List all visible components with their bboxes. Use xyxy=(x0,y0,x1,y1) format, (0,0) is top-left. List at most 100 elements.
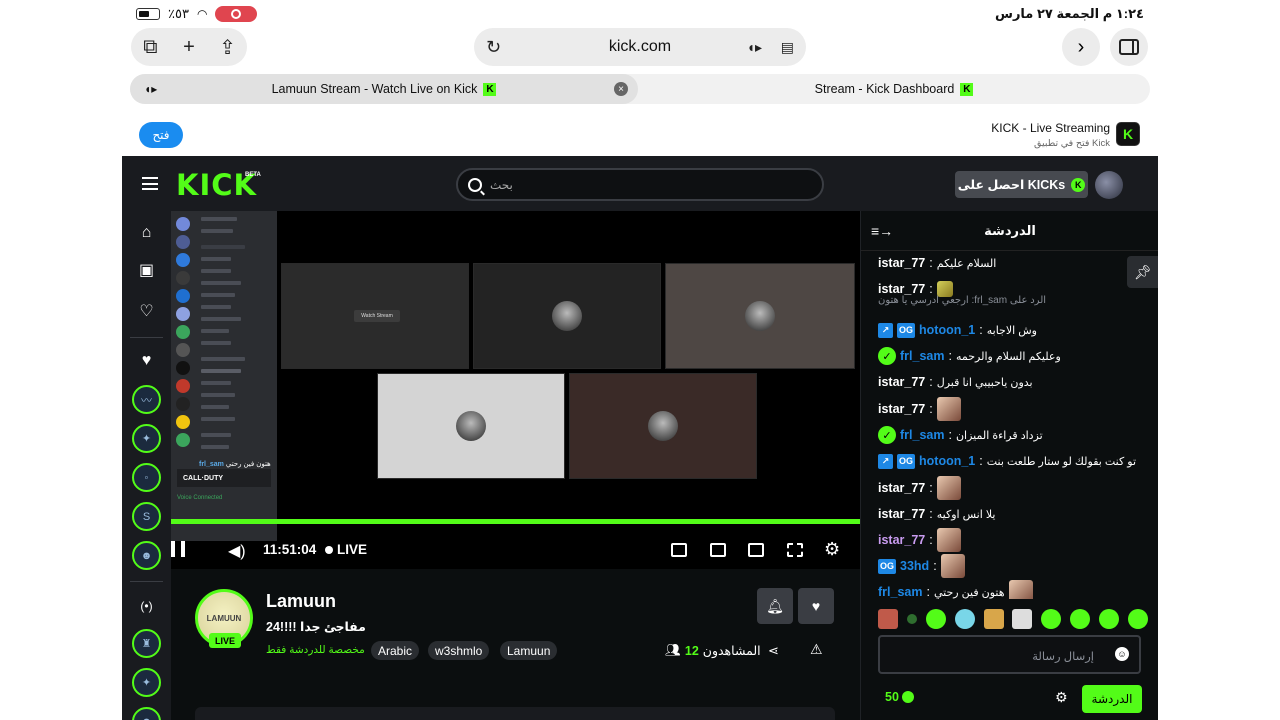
divider xyxy=(130,581,163,582)
chat-message[interactable]: ↗ OG hotoon_1: تو كنت بقولك لو ستار طلعت بن… xyxy=(878,451,1136,471)
share-stream-icon[interactable]: ⋖ xyxy=(768,643,779,659)
chat-username[interactable]: hotoon_1 xyxy=(919,454,975,468)
chat-message[interactable]: OG 33hd: xyxy=(878,554,965,578)
chat-message[interactable]: istar_77: xyxy=(878,279,953,299)
chat-username[interactable]: istar_77 xyxy=(878,481,925,495)
search-input[interactable]: بحث xyxy=(456,168,824,201)
server-icon xyxy=(176,415,190,429)
report-icon[interactable]: ⚠ xyxy=(810,641,823,658)
video-tile xyxy=(665,263,855,369)
reader-icon[interactable]: ▤ xyxy=(781,39,794,56)
live-indicator[interactable]: LIVE xyxy=(325,542,367,557)
chat-message-text: وعليكم السلام والرحمه xyxy=(955,350,1061,363)
live-badge: LIVE xyxy=(209,633,241,648)
chat-message[interactable]: istar_77: xyxy=(878,476,961,500)
chat-message[interactable]: istar_77: xyxy=(878,397,961,421)
emote-icon[interactable] xyxy=(1070,609,1091,629)
chat-message[interactable]: ✓ frl_sam: تزداد قراءة الميزان xyxy=(878,425,1043,445)
emote-icon[interactable] xyxy=(1041,609,1062,629)
browse-icon[interactable]: ▣ xyxy=(137,261,156,280)
recommended-channel-avatar[interactable]: ☻ xyxy=(132,707,161,720)
tab-kick-dashboard[interactable]: Stream - Kick Dashboard K xyxy=(638,74,1150,104)
emoji-picker-icon[interactable]: ☺ xyxy=(1115,647,1129,661)
favorites-icon[interactable]: ♥ xyxy=(137,351,156,370)
close-tab-icon[interactable]: × xyxy=(614,82,628,96)
stream-progress-bar[interactable] xyxy=(171,519,860,524)
following-icon[interactable]: ♡ xyxy=(137,302,156,321)
tag-arabic[interactable]: Arabic xyxy=(371,641,420,660)
share-icon[interactable]: ⇪ xyxy=(212,35,244,60)
chat-username[interactable]: 33hd xyxy=(900,559,929,573)
channel-line xyxy=(201,305,231,309)
pip-icon[interactable] xyxy=(671,543,687,557)
chat-username[interactable]: frl_sam xyxy=(878,585,922,599)
get-kicks-button[interactable]: احصل على KICKs K xyxy=(955,171,1088,198)
player-settings-icon[interactable]: ⚙ xyxy=(824,539,840,560)
emote-icon[interactable] xyxy=(1099,609,1119,629)
forward-icon[interactable]: › xyxy=(1062,28,1100,66)
tab-audio-icon[interactable]: ◖▸ xyxy=(144,82,157,96)
audio-icon[interactable]: ◖▸ xyxy=(747,39,762,56)
streamer-name[interactable]: Lamuun xyxy=(266,591,336,612)
category-label[interactable]: مخصصة للدردشة فقط xyxy=(266,644,365,656)
notifications-button[interactable]: 🔔︎ xyxy=(757,588,793,624)
chat-message[interactable]: frl_sam: هتون فين رحتي xyxy=(878,580,1033,599)
followed-channel-avatar[interactable]: 〰 xyxy=(132,385,161,414)
avatar[interactable] xyxy=(1095,171,1123,199)
screen-record-icon[interactable] xyxy=(215,6,258,22)
emote-icon[interactable] xyxy=(983,609,1004,629)
reload-icon[interactable]: ↻ xyxy=(486,37,501,58)
tab-lamuun-stream[interactable]: ◖▸ Lamuun Stream - Watch Live on Kick K … xyxy=(130,74,638,104)
emote-icon[interactable] xyxy=(1127,609,1148,629)
followed-channel-avatar[interactable]: ☻ xyxy=(132,541,161,570)
live-dot-icon xyxy=(325,545,333,554)
chat-username[interactable]: frl_sam xyxy=(900,428,944,442)
emote-icon[interactable] xyxy=(925,609,946,629)
followed-channel-avatar[interactable]: ◦ xyxy=(132,463,161,492)
followed-channel-avatar[interactable]: ✦ xyxy=(132,424,161,453)
chat-username[interactable]: frl_sam xyxy=(900,349,944,363)
chat-message[interactable]: ↗ OG hotoon_1: وش الاجابه xyxy=(878,320,1037,340)
chat-username[interactable]: istar_77 xyxy=(878,533,925,547)
chat-message[interactable]: istar_77: يلا انس اوكيه xyxy=(878,504,995,524)
video-tile xyxy=(377,373,565,479)
chat-message[interactable]: istar_77: بدون ياحبيبي انا قبرل xyxy=(878,372,1033,392)
chat-username[interactable]: istar_77 xyxy=(878,375,925,389)
home-icon[interactable]: ⌂ xyxy=(137,223,156,242)
clip-icon[interactable] xyxy=(710,543,726,557)
volume-icon[interactable]: ◀) xyxy=(228,541,246,561)
menu-icon[interactable] xyxy=(142,177,158,190)
chat-settings-icon[interactable]: ⚙ xyxy=(1055,689,1068,706)
follow-button[interactable]: ♥ xyxy=(798,588,834,624)
recommended-channel-avatar[interactable]: ✦ xyxy=(132,668,161,697)
emote-icon[interactable] xyxy=(1012,609,1033,629)
followed-channel-avatar[interactable]: S xyxy=(132,502,161,531)
theater-mode-icon[interactable] xyxy=(748,543,764,557)
chat-message[interactable]: istar_77: السلام عليكم xyxy=(878,253,996,273)
chat-username[interactable]: istar_77 xyxy=(878,256,925,270)
pause-button[interactable] xyxy=(171,541,185,557)
chat-message[interactable]: istar_77: xyxy=(878,528,961,552)
video-player[interactable]: frl_sam هتون فين رحتي CALL·DUTY Voice Co… xyxy=(171,211,860,569)
fullscreen-icon[interactable] xyxy=(787,543,803,557)
tag-lamuun[interactable]: Lamuun xyxy=(500,641,558,660)
live-channels-icon[interactable]: (•) xyxy=(137,597,156,616)
emote-icon[interactable] xyxy=(954,609,975,629)
recommended-channel-avatar[interactable]: ♜ xyxy=(132,629,161,658)
tag-w3shmlo[interactable]: w3shmlo xyxy=(428,641,490,660)
chat-username[interactable]: hotoon_1 xyxy=(919,323,975,337)
open-in-app-button[interactable]: فتح xyxy=(139,122,183,148)
address-bar[interactable]: ↻ kick.com ◖▸ ▤ xyxy=(474,28,806,66)
chat-username[interactable]: istar_77 xyxy=(878,507,925,521)
tabs-overview-icon[interactable]: ⧉ xyxy=(134,36,166,59)
chat-input[interactable]: إرسال رسالة ☺ xyxy=(878,635,1141,674)
new-tab-icon[interactable]: + xyxy=(173,36,205,59)
channel-points[interactable]: 50 xyxy=(885,690,914,704)
chat-username[interactable]: istar_77 xyxy=(878,402,925,416)
send-chat-button[interactable]: الدردشة xyxy=(1082,685,1142,713)
emote-icon[interactable] xyxy=(878,609,898,629)
chat-username[interactable]: istar_77 xyxy=(878,282,925,296)
chat-message[interactable]: ✓ frl_sam: وعليكم السلام والرحمه xyxy=(878,346,1061,366)
emote-icon[interactable] xyxy=(906,614,917,624)
sidebar-toggle-button[interactable] xyxy=(1110,28,1148,66)
